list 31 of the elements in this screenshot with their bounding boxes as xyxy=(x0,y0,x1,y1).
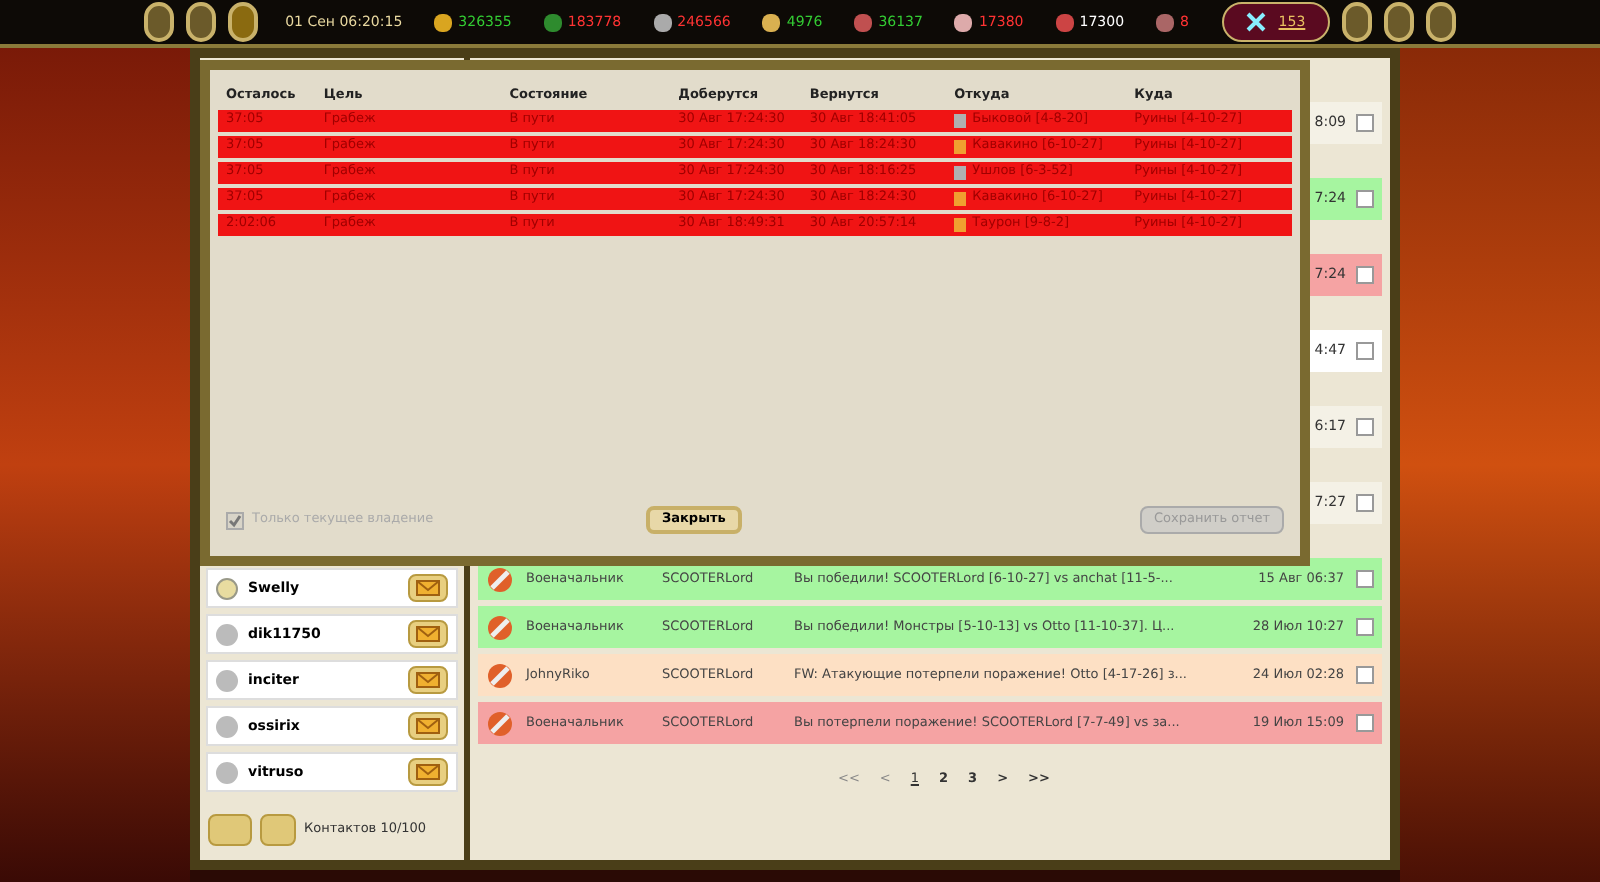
checkbox[interactable] xyxy=(1356,114,1374,132)
checkbox[interactable] xyxy=(1356,190,1374,208)
resource-icon xyxy=(1156,13,1175,31)
resource-icon xyxy=(1055,13,1074,31)
checkbox[interactable] xyxy=(1356,418,1374,436)
envelope-icon xyxy=(416,580,440,596)
contacts-button[interactable] xyxy=(208,814,252,846)
resource-icon xyxy=(434,13,453,31)
resource-icon xyxy=(653,13,672,31)
resource-icon xyxy=(854,13,873,31)
checkbox[interactable] xyxy=(1356,266,1374,284)
mail-button[interactable] xyxy=(408,712,448,740)
resource-icon xyxy=(954,13,973,31)
checkbox[interactable] xyxy=(1356,666,1374,684)
resource-icon xyxy=(762,13,781,31)
resource-icon xyxy=(543,13,562,31)
envelope-icon xyxy=(416,626,440,642)
envelope-icon xyxy=(416,764,440,780)
crossed-swords-icon xyxy=(1246,12,1267,32)
checkbox[interactable] xyxy=(1356,570,1374,588)
checkbox[interactable] xyxy=(1356,494,1374,512)
mail-button[interactable] xyxy=(408,666,448,694)
checkbox[interactable] xyxy=(1356,618,1374,636)
mail-button[interactable] xyxy=(408,620,448,648)
envelope-icon xyxy=(416,718,440,734)
envelope-icon xyxy=(416,672,440,688)
mail-button[interactable] xyxy=(408,758,448,786)
chest-button[interactable] xyxy=(260,814,296,846)
checkbox[interactable] xyxy=(1356,714,1374,732)
mail-button[interactable] xyxy=(408,574,448,602)
checkbox[interactable] xyxy=(1356,342,1374,360)
